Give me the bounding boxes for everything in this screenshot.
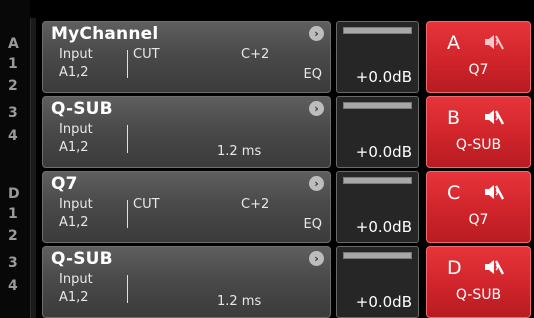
input-source: A1,2 (59, 140, 89, 155)
group-rail: A 1 2 3 4 D 1 2 3 4 (0, 0, 30, 318)
output-letter: B (447, 107, 461, 129)
channel-tile-mychannel[interactable]: MyChannel › Input A1,2 CUT C+2 EQ (42, 21, 331, 93)
output-button-d[interactable]: D Q-SUB (426, 246, 531, 318)
group-letter-a: A (8, 36, 19, 52)
output-label: Q-SUB (455, 137, 502, 153)
level-meter[interactable]: +0.0dB (336, 171, 419, 243)
delay-value: 1.2 ms (217, 144, 262, 159)
output-label: Q7 (468, 62, 489, 78)
channel-name: Q-SUB (51, 249, 113, 269)
chevron-right-icon[interactable]: › (309, 26, 324, 41)
level-value: +0.0dB (355, 293, 412, 311)
level-value: +0.0dB (355, 218, 412, 236)
input-source: A1,2 (59, 290, 89, 305)
channel-tile-q7[interactable]: Q7 › Input A1,2 CUT C+2 EQ (42, 171, 331, 243)
group-a-num-1: 1 (8, 56, 18, 72)
output-button-b[interactable]: B Q-SUB (426, 96, 531, 168)
speaker-mute-icon (485, 35, 504, 50)
channel-tile-q-sub[interactable]: Q-SUB › Input A1,2 1.2 ms (42, 246, 331, 318)
output-letter: A (447, 32, 460, 54)
level-value: +0.0dB (355, 143, 412, 161)
eq-indicator: EQ (303, 67, 322, 82)
channel-name: Q-SUB (51, 99, 113, 119)
output-letter: C (447, 182, 461, 204)
meter-bar (343, 177, 412, 184)
channel-name: MyChannel (51, 24, 159, 44)
group-a-num-4: 4 (8, 128, 18, 144)
level-meter[interactable]: +0.0dB (336, 96, 419, 168)
output-letter: D (447, 257, 462, 279)
level-meter[interactable]: +0.0dB (336, 21, 419, 93)
group-d-num-1: 1 (8, 206, 18, 222)
output-label: Q7 (468, 212, 489, 228)
input-label: Input (59, 197, 93, 212)
meter-bar (343, 252, 412, 259)
separator (127, 50, 128, 78)
channel-name: Q7 (51, 174, 78, 194)
chevron-right-icon[interactable]: › (309, 101, 324, 116)
group-d-num-4: 4 (8, 278, 18, 294)
output-button-a[interactable]: A Q7 (426, 21, 531, 93)
output-label: Q-SUB (455, 287, 502, 303)
group-letter-d: D (8, 186, 20, 202)
group-a-num-2: 2 (8, 78, 18, 94)
level-value: +0.0dB (355, 68, 412, 86)
channel-tile-q-sub[interactable]: Q-SUB › Input A1,2 1.2 ms (42, 96, 331, 168)
speaker-mute-icon (485, 110, 505, 125)
meter-bar (343, 27, 412, 34)
group-d-num-3: 3 (8, 255, 18, 271)
group-a-num-3: 3 (8, 105, 18, 121)
separator (127, 275, 128, 303)
gain-value: C+2 (241, 47, 270, 62)
output-button-c[interactable]: C Q7 (426, 171, 531, 243)
cut-indicator: CUT (133, 197, 160, 212)
speaker-mute-icon (485, 260, 505, 275)
eq-indicator: EQ (303, 217, 322, 232)
chevron-right-icon[interactable]: › (309, 176, 324, 191)
gain-value: C+2 (241, 197, 270, 212)
level-meter[interactable]: +0.0dB (336, 246, 419, 318)
input-label: Input (59, 272, 93, 287)
meter-bar (343, 102, 412, 109)
separator (127, 200, 128, 228)
rail-divider (30, 18, 36, 318)
input-label: Input (59, 47, 93, 62)
group-d-num-2: 2 (8, 228, 18, 244)
input-source: A1,2 (59, 65, 89, 80)
input-source: A1,2 (59, 215, 89, 230)
separator (127, 125, 128, 153)
cut-indicator: CUT (133, 47, 160, 62)
speaker-mute-icon (485, 185, 505, 200)
chevron-right-icon[interactable]: › (309, 251, 324, 266)
delay-value: 1.2 ms (217, 294, 262, 309)
input-label: Input (59, 122, 93, 137)
